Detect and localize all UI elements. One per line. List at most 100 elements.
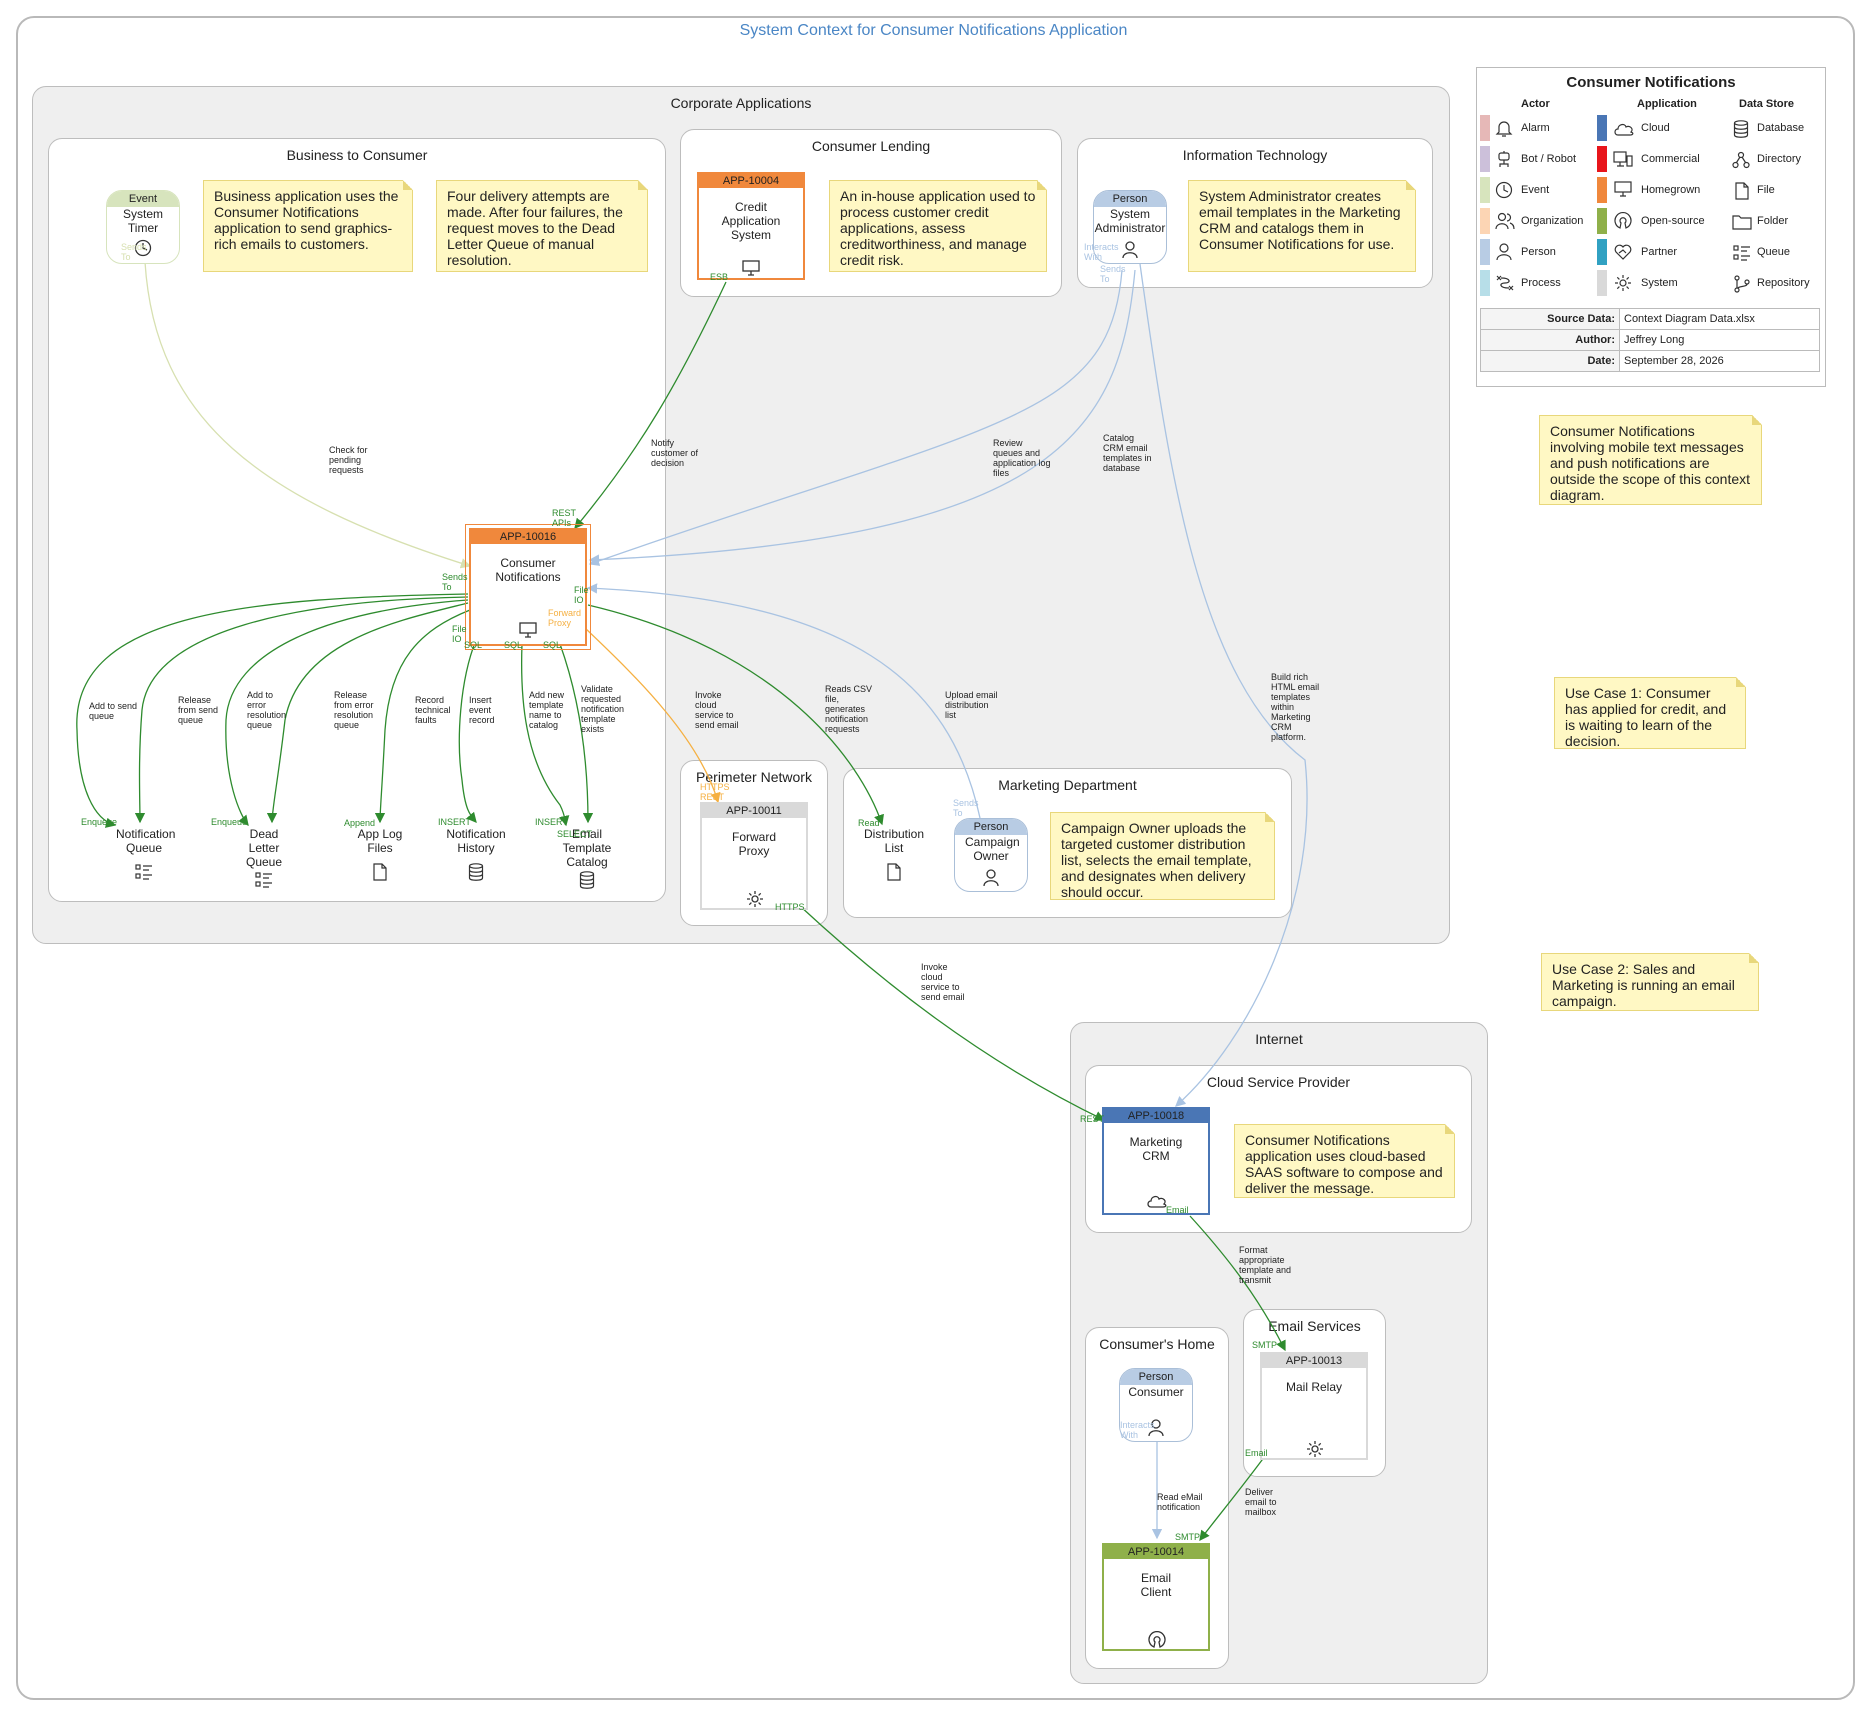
app-email-client[interactable]: APP-10014 Email Client <box>1102 1543 1210 1651</box>
database-icon <box>579 871 595 889</box>
file-icon <box>373 863 387 881</box>
table-row: Date: September 28, 2026 <box>1480 350 1820 372</box>
app-id: APP-10013 <box>1262 1354 1366 1368</box>
app-marketing-crm[interactable]: APP-10018 Marketing CRM <box>1102 1107 1210 1215</box>
port-label: Sends To <box>953 798 979 818</box>
port-label: HTTPS <box>775 902 805 912</box>
edge-notify-decision <box>574 281 727 529</box>
port-label: Sends To <box>121 242 147 262</box>
open-source-icon <box>1614 212 1632 229</box>
edge-label: Build rich HTML email templates within M… <box>1271 672 1320 742</box>
actor-name: System Timer <box>122 207 163 235</box>
table-row: Source Data: Context Diagram Data.xlsx <box>1480 308 1820 330</box>
port-label: Interacts With <box>1084 242 1119 262</box>
queue-icon <box>1733 245 1750 261</box>
app-forward-proxy[interactable]: APP-10011 Forward Proxy <box>700 802 808 910</box>
legend-item: Homegrown <box>1641 184 1701 196</box>
legend-swatch <box>1480 239 1490 265</box>
app-name: Email Client <box>1140 1571 1172 1599</box>
note-use-case-1: Use Case 1: Consumer has applied for cre… <box>1554 677 1746 749</box>
file-icon <box>1735 182 1749 200</box>
edge-label: Insert event record <box>469 695 495 725</box>
port-label: SQL <box>464 640 483 650</box>
port-label: Enqueue <box>81 817 118 827</box>
port-label: SMTP <box>1175 1532 1201 1542</box>
edge-upload-list <box>586 583 981 819</box>
gear-icon <box>1307 1441 1323 1457</box>
gear-icon <box>747 891 763 907</box>
app-id: APP-10011 <box>702 804 806 818</box>
port-label: Sends To <box>442 572 468 592</box>
store-notification-history[interactable]: Notification History <box>432 827 520 884</box>
port-label: Email <box>1166 1205 1189 1215</box>
port-label: REST APIs <box>552 508 576 528</box>
note-use-case-2: Use Case 2: Sales and Marketing is runni… <box>1541 953 1759 1011</box>
legend-item: Commercial <box>1641 153 1700 165</box>
actor-campaign-owner[interactable]: Person Campaign Owner <box>954 818 1028 892</box>
monitor-icon <box>1614 181 1632 197</box>
edge-label: Catalog CRM email templates in database <box>1103 433 1152 473</box>
meta-value: Jeffrey Long <box>1619 329 1820 351</box>
port-label: REST <box>1080 1114 1105 1124</box>
open-source-icon <box>1148 1631 1166 1648</box>
store-name: Notification Queue <box>116 827 176 855</box>
clock-icon <box>1495 181 1513 199</box>
table-row: Author: Jeffrey Long <box>1480 329 1820 351</box>
port-label: Append <box>344 818 376 828</box>
process-icon <box>1496 275 1514 291</box>
store-dead-letter-queue[interactable]: Dead Letter Queue <box>228 827 300 892</box>
edge-label: Release from error resolution queue <box>334 690 374 730</box>
actor-type: Person <box>1120 1369 1192 1385</box>
app-mail-relay[interactable]: APP-10013 Mail Relay <box>1260 1352 1368 1460</box>
actor-type: Event <box>107 191 179 207</box>
app-id: APP-10014 <box>1104 1545 1208 1559</box>
legend-datastore-header: Data Store <box>1739 98 1795 110</box>
edge-label: Review queues and application log files <box>993 438 1051 478</box>
store-distribution-list[interactable]: Distribution List <box>855 827 933 884</box>
app-consumer-notifications[interactable]: APP-10016 Consumer Notifications <box>465 524 591 650</box>
legend-item: Repository <box>1757 277 1810 289</box>
edge-label: Deliver email to mailbox <box>1245 1487 1277 1517</box>
legend-item: Alarm <box>1521 122 1550 134</box>
legend-swatch <box>1597 146 1607 172</box>
edge-label: Release from send queue <box>178 695 219 725</box>
folder-icon <box>1732 215 1752 230</box>
store-notification-queue[interactable]: Notification Queue <box>100 827 188 884</box>
legend-application-header: Application <box>1637 98 1697 110</box>
edge-label: Add to error resolution queue <box>247 690 287 730</box>
legend-swatch <box>1480 146 1490 172</box>
gear-icon <box>1615 275 1631 291</box>
note-b2c-usage: Business application uses the Consumer N… <box>203 180 413 272</box>
legend-swatch <box>1597 270 1607 296</box>
app-name: Marketing CRM <box>1129 1135 1183 1163</box>
legend-swatch <box>1597 177 1607 203</box>
organization-icon <box>1495 212 1515 230</box>
app-name: Credit Application System <box>721 200 781 242</box>
actor-type: Person <box>955 819 1027 835</box>
legend-item: Queue <box>1757 246 1791 258</box>
edge-label: Read eMail notification <box>1157 1492 1203 1512</box>
app-id: APP-10004 <box>699 174 803 188</box>
legend-swatch <box>1597 239 1607 265</box>
commercial-icon <box>1613 151 1633 167</box>
legend-item: Organization <box>1521 215 1584 227</box>
robot-icon <box>1498 151 1510 167</box>
legend-swatch <box>1597 208 1607 234</box>
legend-swatch <box>1480 115 1490 141</box>
app-id: APP-10018 <box>1104 1109 1208 1123</box>
legend-title: Consumer Notifications <box>1566 74 1736 91</box>
legend-item: Open-source <box>1641 215 1705 227</box>
store-app-log-files[interactable]: App Log Files <box>341 827 419 884</box>
port-label: Read <box>858 818 880 828</box>
monitor-icon <box>742 260 760 276</box>
port-label: Email <box>1245 1448 1268 1458</box>
port-label: INSERT <box>438 817 471 827</box>
app-credit-application-system[interactable]: APP-10004 Credit Application System <box>697 172 805 280</box>
monitor-icon <box>519 622 537 638</box>
app-name: Forward Proxy <box>731 830 776 858</box>
edge-insert-record <box>458 639 477 823</box>
actor-name: Consumer <box>1128 1385 1184 1399</box>
legend-swatch <box>1597 115 1607 141</box>
edge-label: Format appropriate template and transmit <box>1239 1245 1292 1285</box>
legend-item: Folder <box>1757 215 1789 227</box>
